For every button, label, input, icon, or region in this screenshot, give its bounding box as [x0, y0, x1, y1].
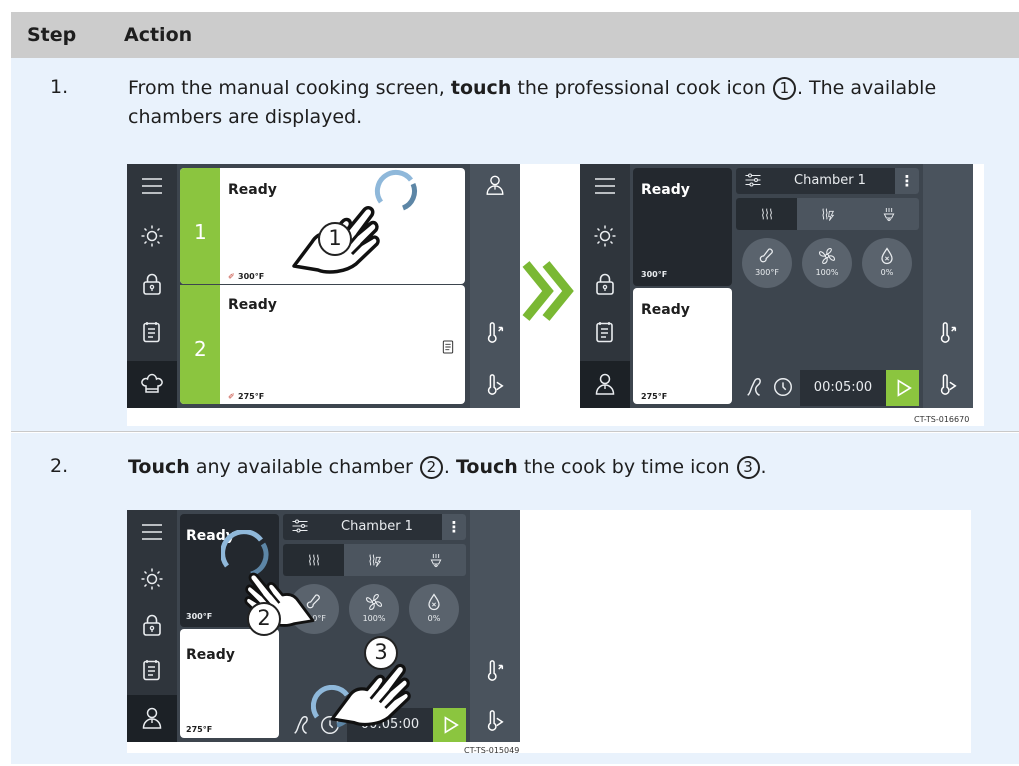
right-toolbar — [470, 164, 520, 408]
recipe-icon[interactable] — [140, 658, 164, 682]
light-icon[interactable] — [140, 567, 164, 591]
chamber-header: Chamber 1 ⋮ — [736, 168, 919, 194]
more-icon[interactable]: ⋮ — [895, 168, 919, 194]
tab-combi[interactable] — [797, 198, 858, 230]
right-toolbar — [470, 510, 520, 742]
chamber-status: Ready — [228, 182, 277, 198]
chamber-card-2[interactable]: Ready 275°F — [180, 629, 279, 738]
tab-convection[interactable] — [405, 544, 466, 576]
header-action: Action — [124, 24, 193, 46]
lock-icon[interactable] — [140, 272, 164, 296]
fan-dial[interactable]: 100% — [802, 238, 852, 288]
settings-icon[interactable] — [291, 517, 309, 535]
probe-in-icon[interactable] — [484, 374, 506, 396]
right-toolbar — [923, 164, 973, 408]
menu-icon[interactable] — [140, 174, 164, 198]
menu-icon[interactable] — [140, 520, 164, 544]
chamber-header: Chamber 1 ⋮ — [283, 514, 466, 540]
menu-icon[interactable] — [593, 174, 617, 198]
cook-by-probe-icon[interactable] — [744, 376, 766, 398]
chef-hat-icon[interactable] — [140, 372, 164, 396]
chamber-number: 2 — [194, 337, 207, 361]
table-row: 2. Touch any available chamber 2. Touch … — [11, 433, 1019, 764]
professional-cook-icon[interactable] — [140, 706, 164, 730]
probe-in-icon[interactable] — [937, 374, 959, 396]
humidity-dial[interactable]: 0% — [409, 584, 459, 634]
chamber-title: Chamber 1 — [341, 519, 413, 534]
thermometer-icon: ✐ — [228, 392, 235, 401]
chamber-status: Ready — [228, 297, 277, 313]
chamber-title: Chamber 1 — [794, 173, 866, 188]
timer-display[interactable]: 00:05:00 — [800, 370, 886, 406]
light-icon[interactable] — [140, 224, 164, 248]
step-number: 2. — [50, 455, 69, 477]
chamber-card-1[interactable]: Ready 300°F — [633, 168, 732, 286]
professional-cook-icon[interactable] — [593, 372, 617, 396]
table-header: Step Action — [11, 12, 1019, 58]
cook-by-probe-icon[interactable] — [291, 714, 313, 736]
thermometer-icon: ✐ — [228, 272, 235, 281]
temperature-dial[interactable]: 300°F — [742, 238, 792, 288]
chamber-card-2[interactable]: Ready 275°F — [633, 288, 732, 404]
start-button[interactable] — [433, 708, 466, 742]
double-chevron-icon — [522, 261, 574, 321]
sidebar — [127, 164, 177, 408]
sidebar — [580, 164, 630, 408]
settings-icon[interactable] — [744, 171, 762, 189]
probe-out-icon[interactable] — [484, 660, 506, 682]
callout-marker: 1 — [772, 77, 796, 100]
tab-steam[interactable] — [736, 198, 797, 230]
probe-out-icon[interactable] — [937, 322, 959, 344]
callout-3: 3 — [364, 636, 398, 670]
more-icon[interactable]: ⋮ — [442, 514, 466, 540]
table-row: 1. From the manual cooking screen, touch… — [11, 58, 1019, 432]
chamber-card-2[interactable]: 2 Ready ✐ 275°F — [180, 285, 465, 404]
recipe-assigned-icon — [440, 339, 456, 355]
step-number: 1. — [50, 76, 69, 98]
cook-mode-tabs — [736, 198, 919, 230]
step-instruction: Touch any available chamber 2. Touch the… — [128, 456, 767, 479]
recipe-icon[interactable] — [140, 320, 164, 344]
steps-table: Step Action 1. From the manual cooking s… — [11, 12, 1019, 764]
chamber-temp: 275°F — [238, 392, 265, 401]
chamber-number: 1 — [194, 220, 207, 244]
humidity-dial[interactable]: 0% — [862, 238, 912, 288]
fan-dial[interactable]: 100% — [349, 584, 399, 634]
probe-in-icon[interactable] — [484, 710, 506, 732]
start-button[interactable] — [886, 370, 919, 406]
tab-convection[interactable] — [858, 198, 919, 230]
cook-by-time-icon[interactable] — [772, 376, 794, 398]
chamber-temp: 300°F — [238, 272, 265, 281]
lock-icon[interactable] — [140, 613, 164, 637]
professional-cook-icon[interactable] — [484, 174, 506, 196]
tab-combi[interactable] — [344, 544, 405, 576]
step-instruction: From the manual cooking screen, touch th… — [128, 77, 937, 128]
header-step: Step — [27, 24, 77, 46]
figure-code: CT-TS-016670 — [914, 415, 970, 424]
callout-1: 1 — [318, 222, 352, 256]
sidebar — [127, 510, 177, 742]
probe-out-icon[interactable] — [484, 322, 506, 344]
light-icon[interactable] — [593, 224, 617, 248]
callout-2: 2 — [247, 602, 281, 636]
lock-icon[interactable] — [593, 272, 617, 296]
figure-code: CT-TS-015049 — [464, 746, 520, 755]
recipe-icon[interactable] — [593, 320, 617, 344]
screen-chamber-select: Ready 300°F Ready 275°F Chamber 1 ⋮ 300°… — [580, 164, 973, 408]
